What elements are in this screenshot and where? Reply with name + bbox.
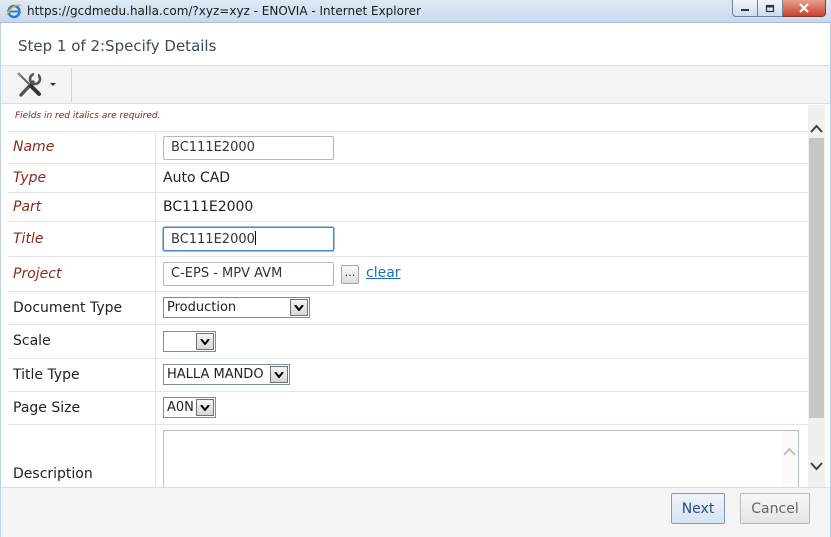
window-title: https://gcdmedu.halla.com/?xyz=xyz - ENO… (27, 4, 421, 18)
scroll-thumb[interactable] (809, 138, 824, 418)
description-textarea[interactable] (163, 430, 799, 487)
chevron-down-icon (196, 399, 214, 416)
title-input-text: BC111E2000 (171, 232, 255, 247)
project-label: Project (13, 266, 62, 282)
chevron-down-icon (290, 299, 308, 316)
dialog-footer: Next Cancel (1, 487, 830, 537)
close-button[interactable] (783, 0, 826, 17)
form-row-description: Description (8, 424, 808, 487)
chevron-up-icon (810, 124, 823, 133)
form-row-page-size: Page Size A0N (8, 391, 808, 424)
chevron-down-icon (810, 461, 823, 470)
form-row-document-type: Document Type Production (8, 291, 808, 324)
type-label: Type (13, 170, 47, 186)
chevron-down-icon (196, 333, 214, 350)
form-row-part: Part BC111E2000 (8, 192, 808, 221)
chevron-down-icon (50, 83, 56, 86)
internet-explorer-icon (6, 4, 22, 19)
minimize-icon (741, 9, 749, 11)
page-size-label: Page Size (13, 400, 81, 416)
tools-icon (17, 72, 42, 97)
description-label: Description (13, 466, 93, 482)
scale-select[interactable] (163, 331, 216, 352)
form-row-title-type: Title Type HALLA MANDO (8, 358, 808, 391)
page-title: Step 1 of 2:Specify Details (18, 37, 217, 55)
next-button[interactable]: Next (671, 493, 725, 524)
title-type-selected: HALLA MANDO (167, 367, 264, 382)
window-titlebar: https://gcdmedu.halla.com/?xyz=xyz - ENO… (0, 0, 831, 23)
page-size-select[interactable]: A0N (163, 397, 216, 418)
form-row-type: Type Auto CAD (8, 163, 808, 192)
page-header: Step 1 of 2:Specify Details (1, 23, 830, 66)
maximize-icon (765, 4, 775, 12)
toolbar (1, 66, 830, 104)
form-area: Fields in red italics are required. Name… (8, 105, 808, 487)
scale-label: Scale (13, 333, 51, 349)
chevron-down-icon (270, 366, 288, 383)
chevron-up-icon (783, 447, 796, 456)
maximize-button[interactable] (758, 0, 783, 17)
form-row-title: Title BC111E2000 (8, 221, 808, 256)
text-caret (254, 231, 256, 245)
document-type-select[interactable]: Production (163, 297, 310, 318)
project-chooser-button[interactable]: ... (341, 265, 359, 284)
window-client: Step 1 of 2:Specify Details Fields in re… (0, 23, 831, 537)
form-row-scale: Scale (8, 324, 808, 358)
type-value: Auto CAD (163, 170, 231, 186)
project-clear-link[interactable]: clear (366, 265, 401, 281)
name-input[interactable]: BC111E2000 (163, 136, 334, 160)
page-size-selected: A0N (167, 400, 194, 415)
scroll-up-button[interactable] (808, 119, 825, 137)
scroll-down-button[interactable] (808, 457, 825, 475)
textarea-scrollbar[interactable] (781, 431, 798, 487)
name-label: Name (13, 139, 55, 155)
project-input[interactable]: C-EPS - MPV AVM (163, 262, 334, 286)
document-type-label: Document Type (13, 300, 123, 316)
title-type-label: Title Type (13, 367, 80, 383)
form-row-name: Name BC111E2000 (8, 131, 808, 163)
form-row-project: Project C-EPS - MPV AVM ... clear (8, 256, 808, 291)
form-scrollbar[interactable] (808, 105, 825, 487)
document-type-selected: Production (167, 300, 237, 315)
title-input[interactable]: BC111E2000 (163, 227, 334, 251)
required-fields-note: Fields in red italics are required. (15, 111, 161, 121)
title-label: Title (13, 231, 44, 247)
cancel-button[interactable]: Cancel (740, 493, 810, 524)
minimize-button[interactable] (732, 0, 758, 17)
tools-menu-button[interactable] (15, 70, 61, 100)
toolbar-separator (71, 68, 72, 102)
window-controls (732, 0, 826, 17)
part-label: Part (13, 199, 42, 215)
close-icon (799, 3, 809, 13)
part-value: BC111E2000 (163, 199, 254, 215)
title-type-select[interactable]: HALLA MANDO (163, 364, 290, 385)
